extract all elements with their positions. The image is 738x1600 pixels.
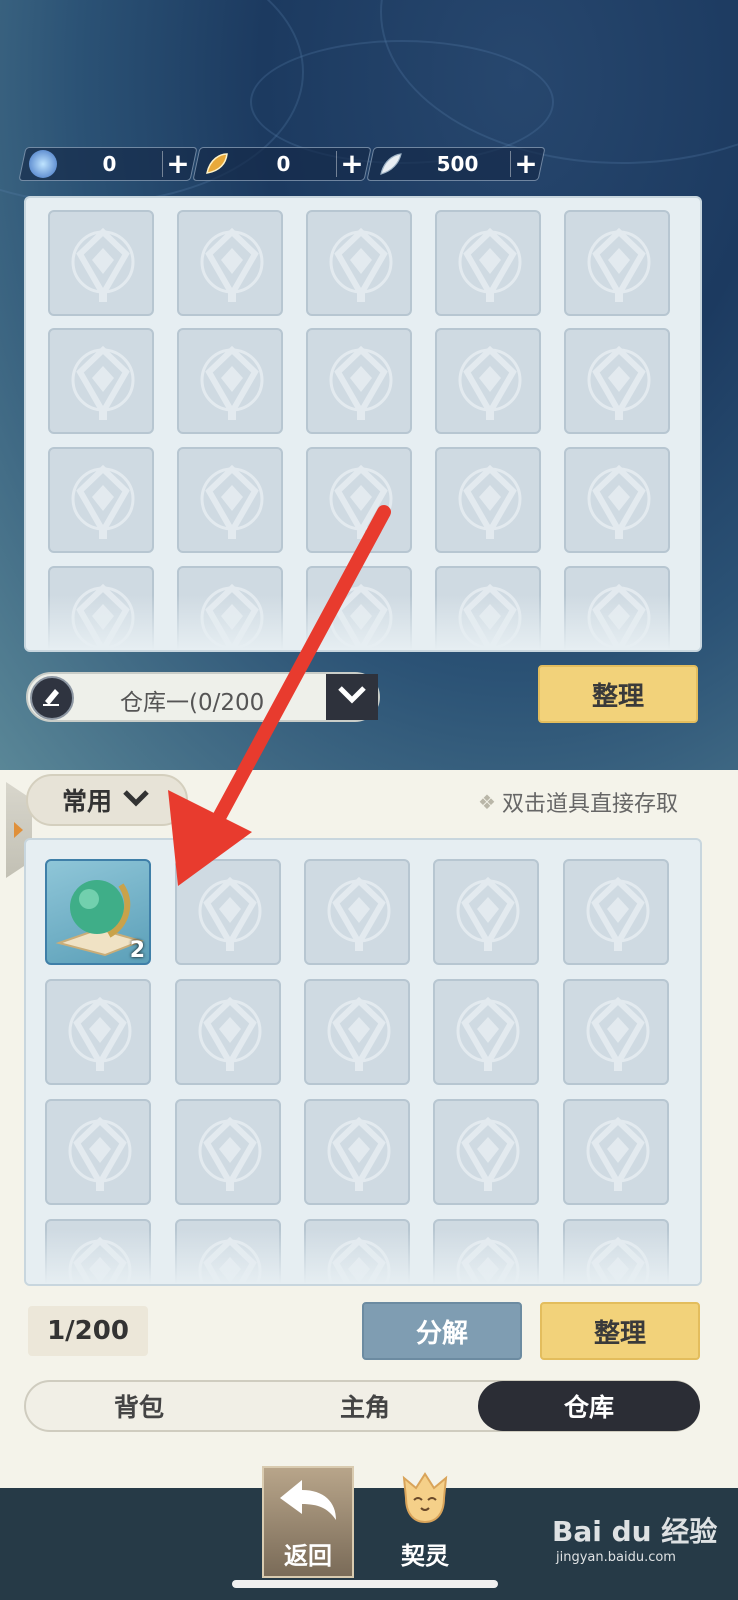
annotation-arrow	[168, 505, 391, 886]
